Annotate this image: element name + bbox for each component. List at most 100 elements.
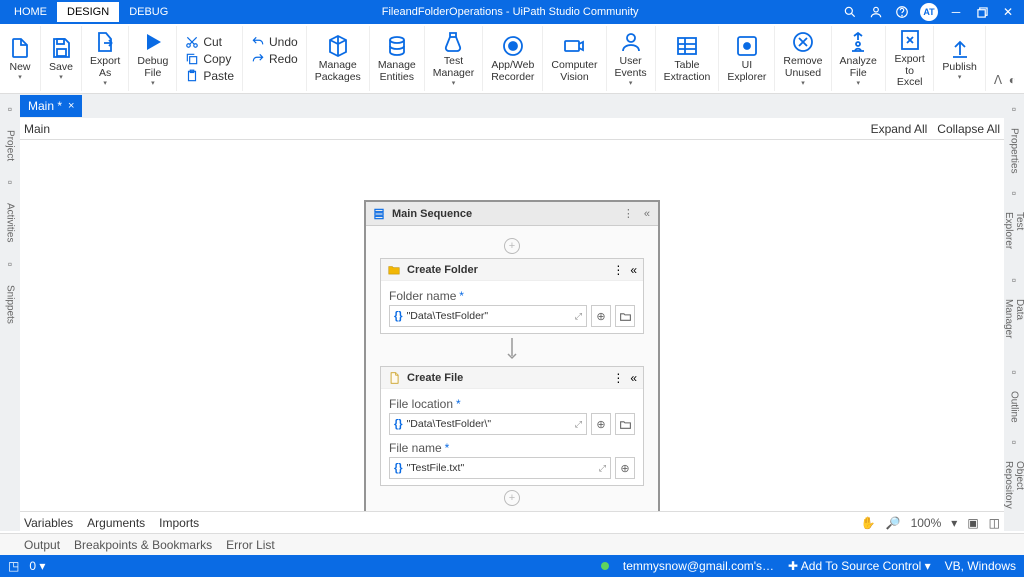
expand-icon[interactable]: ⤢ <box>599 463 606 474</box>
overview-icon[interactable]: ◫ <box>989 516 1000 530</box>
zoom-dropdown-icon[interactable]: ▾ <box>951 516 957 530</box>
collapse-icon[interactable]: « <box>642 208 652 220</box>
cut-button[interactable]: Cut <box>183 34 236 50</box>
breadcrumb-main[interactable]: Main <box>24 122 50 136</box>
left-tab-project[interactable]: Project <box>3 128 18 163</box>
expand-icon[interactable]: ⤢ <box>575 311 582 322</box>
right-tab-test-explorer[interactable]: Test Explorer <box>1001 210 1024 264</box>
right-tab-properties[interactable]: Properties <box>1007 126 1022 176</box>
project-icon[interactable]: ▫ <box>8 102 12 116</box>
properties-icon[interactable]: ▫ <box>1012 102 1016 116</box>
collapse-icon[interactable]: « <box>630 371 637 385</box>
computer-vision-button[interactable]: Computer Vision <box>543 26 606 91</box>
status-count[interactable]: 0 ▾ <box>29 559 45 573</box>
browse-folder-button[interactable] <box>615 413 635 435</box>
export-excel-button[interactable]: Export to Excel <box>886 26 935 91</box>
main-sequence[interactable]: Main Sequence ⋮ « + Create Folder ⋮ « Fo… <box>364 200 660 511</box>
folder-name-input[interactable]: {} "Data\TestFolder" ⤢ <box>389 305 587 327</box>
collapse-all[interactable]: Collapse All <box>937 122 1000 136</box>
create-file-activity[interactable]: Create File ⋮ « File location * {} "Data… <box>380 366 644 486</box>
redo-button[interactable]: Redo <box>249 51 300 67</box>
debug-file-button[interactable]: Debug File▾ <box>129 26 177 91</box>
file-location-input[interactable]: {} "Data\TestFolder\" ⤢ <box>389 413 587 435</box>
outline-icon[interactable]: ▫ <box>1012 365 1016 379</box>
plus-button[interactable]: ⊕ <box>615 457 635 479</box>
manage-entities-button[interactable]: Manage Entities <box>370 26 425 91</box>
copy-button[interactable]: Copy <box>183 51 236 67</box>
right-tab-object-repository[interactable]: Object Repository <box>1001 459 1024 531</box>
variables-tab[interactable]: Variables <box>24 516 73 530</box>
zoom-search-icon[interactable]: 🔎 <box>886 516 901 530</box>
undo-button[interactable]: Undo <box>249 34 300 50</box>
add-activity-bottom[interactable]: + <box>504 490 520 506</box>
activity-title: Create File <box>407 372 463 384</box>
ui-explorer-button[interactable]: UI Explorer <box>719 26 775 91</box>
test-manager-button[interactable]: Test Manager▾ <box>425 26 483 91</box>
publish-button[interactable]: Publish▾ <box>934 26 985 91</box>
left-tab-activities[interactable]: Activities <box>3 201 18 244</box>
snippets-icon[interactable]: ▫ <box>8 257 12 271</box>
create-folder-activity[interactable]: Create Folder ⋮ « Folder name * {} "Data… <box>380 258 644 334</box>
remove-unused-button[interactable]: Remove Unused▾ <box>775 26 831 91</box>
status-flag-icon[interactable]: ◳ <box>8 559 19 573</box>
close-icon[interactable]: ✕ <box>1000 4 1016 20</box>
fit-icon[interactable]: ▣ <box>967 516 978 530</box>
menu-home[interactable]: HOME <box>4 2 57 22</box>
expand-all[interactable]: Expand All <box>871 122 928 136</box>
arguments-tab[interactable]: Arguments <box>87 516 145 530</box>
error-list-tab[interactable]: Error List <box>226 538 275 552</box>
menu-design[interactable]: DESIGN <box>57 2 119 22</box>
zoom-level[interactable]: 100% <box>911 516 942 530</box>
add-source-control[interactable]: ✚ Add To Source Control ▾ <box>788 559 931 573</box>
right-tab-outline[interactable]: Outline <box>1007 389 1022 425</box>
right-panel-tabs: ▫ Properties ▫ Test Explorer ▫ Data Mana… <box>1004 94 1024 531</box>
menu-debug[interactable]: DEBUG <box>119 2 178 22</box>
paste-button[interactable]: Paste <box>183 68 236 84</box>
connector-arrow <box>380 338 644 362</box>
feedback-icon[interactable] <box>868 4 884 20</box>
maximize-icon[interactable] <box>974 4 990 20</box>
analyze-file-button[interactable]: Analyze File▾ <box>832 26 886 91</box>
ribbon-collapse[interactable]: ᐱ ◐ <box>986 26 1024 91</box>
minimize-icon[interactable]: ─ <box>948 4 964 20</box>
close-tab-icon[interactable]: × <box>68 100 74 112</box>
export-as-button[interactable]: Export As▾ <box>82 26 129 91</box>
help-icon[interactable] <box>894 4 910 20</box>
imports-tab[interactable]: Imports <box>159 516 199 530</box>
collapse-icon[interactable]: « <box>630 263 637 277</box>
file-name-input[interactable]: {} "TestFile.txt" ⤢ <box>389 457 611 479</box>
title-controls: AT ─ ✕ <box>842 3 1020 21</box>
left-tab-snippets[interactable]: Snippets <box>3 283 18 326</box>
more-icon[interactable]: ⋮ <box>612 371 624 385</box>
new-button[interactable]: New▾ <box>0 26 41 91</box>
object-repo-icon[interactable]: ▫ <box>1012 435 1016 449</box>
app-title: FileandFolderOperations - UiPath Studio … <box>178 6 842 18</box>
avatar[interactable]: AT <box>920 3 938 21</box>
user-events-button[interactable]: User Events▾ <box>607 26 656 91</box>
sequence-header[interactable]: Main Sequence ⋮ « <box>366 202 658 226</box>
expand-icon[interactable]: ⤢ <box>575 419 582 430</box>
sequence-body: + Create Folder ⋮ « Folder name * {} "Da… <box>366 226 658 511</box>
plus-button[interactable]: ⊕ <box>591 413 611 435</box>
more-icon[interactable]: ⋮ <box>621 207 636 220</box>
app-web-recorder-button[interactable]: App/Web Recorder <box>483 26 543 91</box>
search-icon[interactable] <box>842 4 858 20</box>
browse-folder-button[interactable] <box>615 305 635 327</box>
output-tab[interactable]: Output <box>24 538 60 552</box>
table-extraction-button[interactable]: Table Extraction <box>656 26 720 91</box>
clipboard-group: Cut Copy Paste <box>177 26 243 91</box>
plus-button[interactable]: ⊕ <box>591 305 611 327</box>
status-email[interactable]: temmysnow@gmail.com's… <box>623 559 774 573</box>
save-button[interactable]: Save▾ <box>41 26 82 91</box>
data-manager-icon[interactable]: ▫ <box>1012 273 1016 287</box>
test-explorer-icon[interactable]: ▫ <box>1012 186 1016 200</box>
activities-icon[interactable]: ▫ <box>8 175 12 189</box>
more-icon[interactable]: ⋮ <box>612 263 624 277</box>
pan-icon[interactable]: ✋ <box>861 516 876 530</box>
breakpoints-tab[interactable]: Breakpoints & Bookmarks <box>74 538 212 552</box>
right-tab-data-manager[interactable]: Data Manager <box>1001 297 1024 355</box>
workflow-canvas[interactable]: Main Sequence ⋮ « + Create Folder ⋮ « Fo… <box>20 140 1004 511</box>
manage-packages-button[interactable]: Manage Packages <box>307 26 370 91</box>
tab-main[interactable]: Main * × <box>20 95 82 117</box>
add-activity-top[interactable]: + <box>504 238 520 254</box>
